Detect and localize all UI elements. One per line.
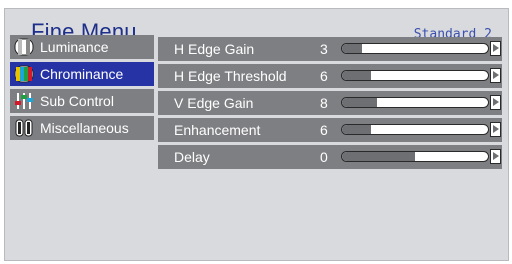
param-label: Delay	[174, 149, 210, 165]
arrow-right-icon[interactable]	[490, 149, 501, 164]
param-label: Enhancement	[174, 122, 261, 138]
param-label: H Edge Gain	[174, 41, 255, 57]
slider-fill	[342, 152, 415, 161]
sidebar-item-label: Luminance	[40, 39, 109, 55]
param-row-h-edge-threshold[interactable]: H Edge Threshold 6	[158, 64, 502, 88]
parameter-list: H Edge Gain 3 H Edge Threshold 6 V Edge …	[158, 37, 502, 172]
param-slider[interactable]	[341, 124, 489, 135]
param-slider[interactable]	[341, 43, 489, 54]
slider-fill	[342, 71, 372, 80]
slider-fill	[342, 98, 378, 107]
param-label: H Edge Threshold	[174, 68, 287, 84]
arrow-right-icon[interactable]	[490, 95, 501, 110]
sidebar-item-label: Miscellaneous	[40, 120, 129, 136]
arrow-right-icon[interactable]	[490, 41, 501, 56]
miscellaneous-icon	[15, 119, 33, 137]
sidebar-item-miscellaneous[interactable]: Miscellaneous	[10, 116, 154, 140]
param-value: 6	[320, 68, 328, 84]
param-row-h-edge-gain[interactable]: H Edge Gain 3	[158, 37, 502, 61]
sidebar-item-sub-control[interactable]: Sub Control	[10, 89, 154, 113]
slider-fill	[342, 44, 363, 53]
slider-fill	[342, 125, 372, 134]
param-value: 6	[320, 122, 328, 138]
sidebar-item-luminance[interactable]: Luminance	[10, 35, 154, 59]
luminance-icon	[14, 38, 34, 56]
param-row-v-edge-gain[interactable]: V Edge Gain 8	[158, 91, 502, 115]
chrominance-icon	[14, 65, 34, 83]
param-value: 0	[320, 149, 328, 165]
arrow-right-icon[interactable]	[490, 68, 501, 83]
arrow-right-icon[interactable]	[490, 122, 501, 137]
param-slider[interactable]	[341, 97, 489, 108]
sidebar-item-label: Chrominance	[40, 66, 124, 82]
param-slider[interactable]	[341, 151, 489, 162]
sliders-icon	[15, 93, 33, 109]
param-row-enhancement[interactable]: Enhancement 6	[158, 118, 502, 142]
param-label: V Edge Gain	[174, 95, 254, 111]
sidebar-item-label: Sub Control	[40, 93, 114, 109]
param-value: 8	[320, 95, 328, 111]
category-sidebar: Luminance Chrominance Sub Control Miscel…	[10, 35, 154, 143]
sidebar-item-chrominance[interactable]: Chrominance	[10, 62, 154, 86]
param-row-delay[interactable]: Delay 0	[158, 145, 502, 169]
param-slider[interactable]	[341, 70, 489, 81]
param-value: 3	[320, 41, 328, 57]
